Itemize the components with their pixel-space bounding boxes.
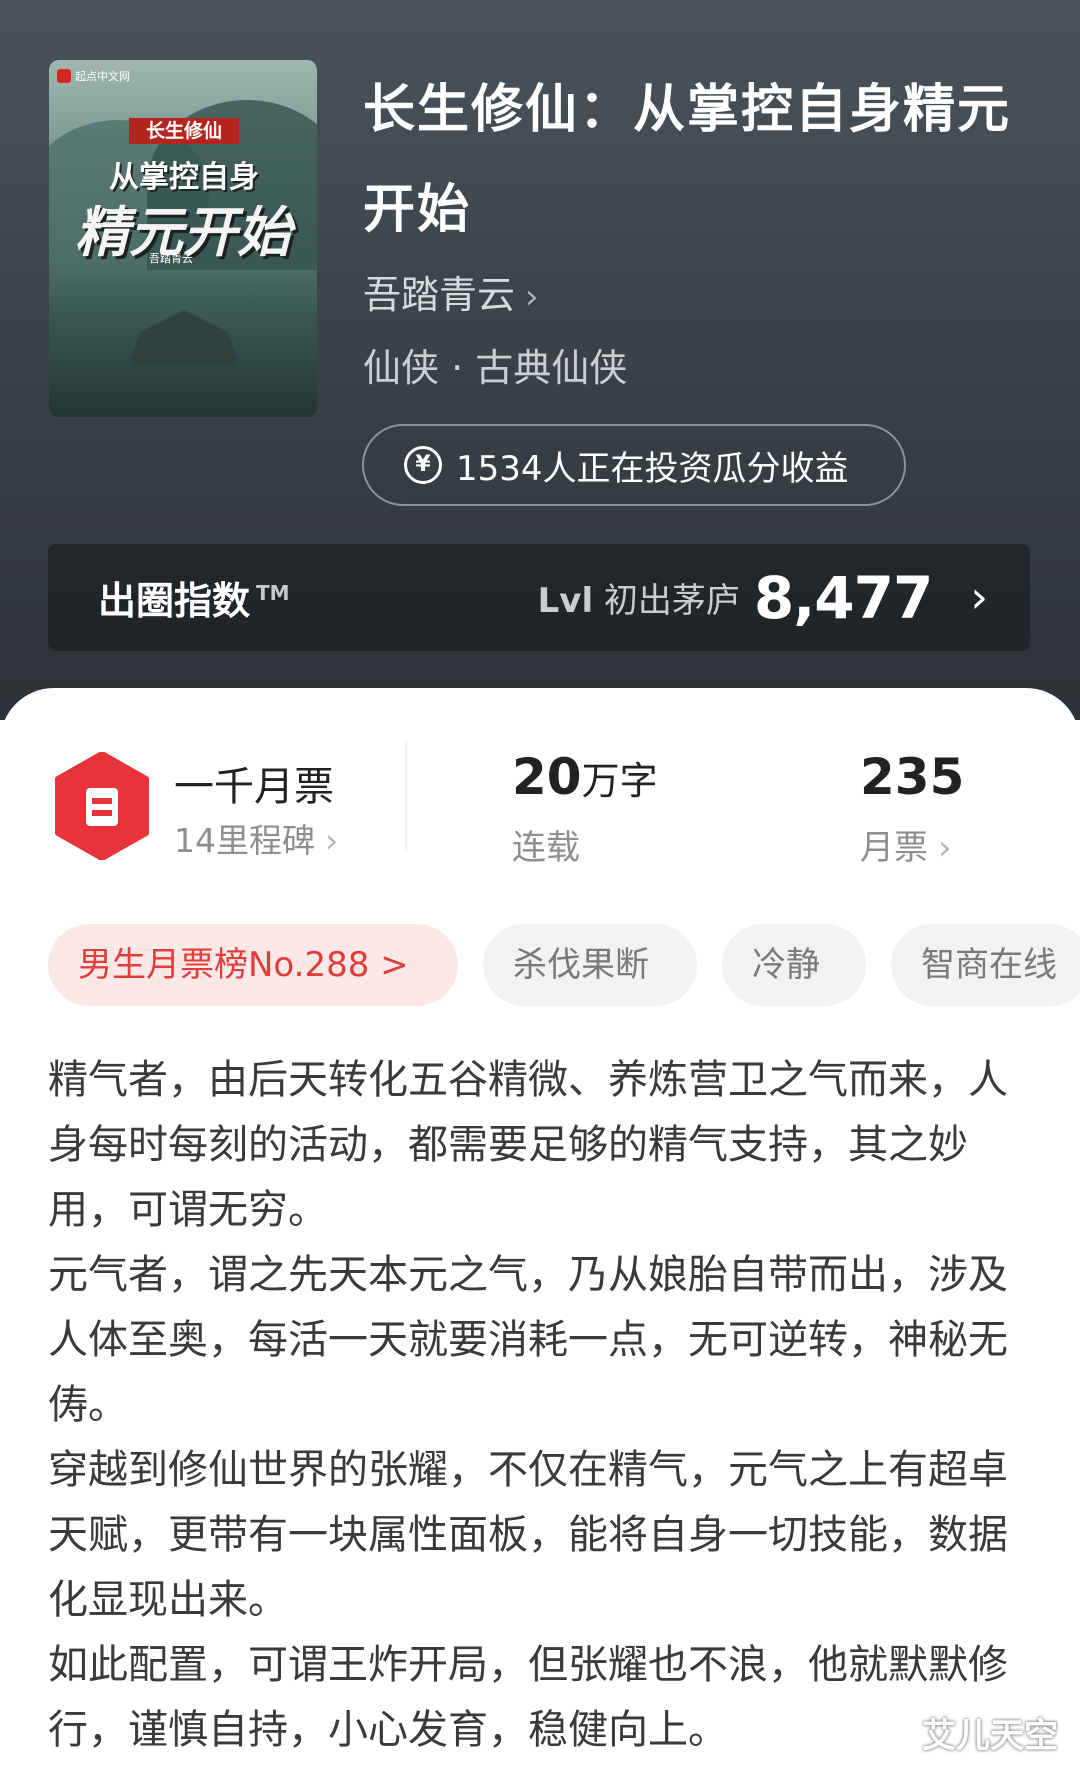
watermark: 艾儿天空: [922, 1716, 1058, 1756]
ticket-badge-icon: [55, 752, 149, 860]
votes-label: 月票 ›: [860, 820, 952, 869]
book-genre: 仙侠 · 古典仙侠: [363, 346, 628, 390]
description-paragraph: 如此配置，可谓王炸开局，但张耀也不浪，他就默默修行，谨慎自持，小心发育，稳健向上…: [48, 1642, 1008, 1753]
level-name: 初出茅庐: [603, 581, 740, 621]
invest-button[interactable]: ¥ 1534人正在投资瓜分收益: [362, 424, 906, 506]
cover-publisher: 起点中文网: [57, 68, 130, 84]
chevron-right-icon: ›: [970, 572, 988, 623]
word-count-unit: 万字: [581, 759, 658, 803]
yen-coin-icon: ¥: [404, 446, 442, 484]
chevron-right-icon: ›: [325, 821, 339, 860]
tag-calm[interactable]: 冷静: [722, 924, 866, 1006]
book-title: 长生修仙：从掌控自身精元开始: [363, 79, 1012, 240]
serial-status: 连载: [512, 828, 580, 868]
trademark-mark: TM: [256, 581, 290, 606]
stat-divider: [405, 742, 407, 850]
chevron-right-icon: ›: [938, 828, 952, 868]
tag-monthly-rank[interactable]: 男生月票榜No.288 >: [48, 924, 458, 1006]
tag-smart[interactable]: 智商在线: [891, 924, 1080, 1006]
invest-text: 1534人正在投资瓜分收益: [456, 448, 849, 489]
level-code: Lvl: [537, 581, 594, 621]
word-count: 20万字: [512, 748, 658, 806]
milestone-title: 一千月票: [174, 764, 334, 810]
cover-series-tag: 长生修仙: [129, 118, 239, 144]
chevron-right-icon: ›: [525, 277, 539, 317]
milestone-sub: 14里程碑 ›: [174, 814, 338, 862]
votes-label-text: 月票: [860, 828, 928, 868]
cover-author: 吾踏青云: [149, 252, 193, 265]
cover-temple: [129, 310, 239, 365]
milestone-sub-text: 14里程碑: [174, 821, 315, 860]
index-label-text: 出圈指数: [98, 579, 251, 623]
votes-number: 235: [860, 748, 965, 806]
cover-publisher-text: 起点中文网: [75, 70, 130, 83]
author-name: 吾踏青云: [363, 273, 516, 317]
index-level: Lvl 初出茅庐: [538, 573, 740, 622]
description-paragraph: 元气者，谓之先天本元之气，乃从娘胎自带而出，涉及人体至奥，每活一天就要消耗一点，…: [48, 1252, 1008, 1428]
description-paragraph: 穿越到修仙世界的张耀，不仅在精气，元气之上有超卓天赋，更带有一块属性面板，能将自…: [48, 1447, 1008, 1623]
index-label: 出圈指数 TM: [98, 570, 290, 625]
word-count-number: 20: [512, 748, 582, 806]
popularity-index-bar[interactable]: 出圈指数 TM Lvl 初出茅庐 8,477 ›: [48, 544, 1030, 651]
author-link[interactable]: 吾踏青云 ›: [363, 264, 539, 319]
book-header: 起点中文网 长生修仙 从掌控自身 精元开始 吾踏青云 长生修仙：从掌控自身精元开…: [0, 0, 1080, 720]
publisher-logo-icon: [57, 69, 71, 83]
tag-decisive[interactable]: 杀伐果断: [483, 924, 697, 1006]
description-paragraph: 精气者，由后天转化五谷精微、养炼营卫之气而来，人身每时每刻的活动，都需要足够的精…: [48, 1057, 1008, 1233]
book-cover[interactable]: 起点中文网 长生修仙 从掌控自身 精元开始 吾踏青云: [49, 60, 317, 417]
book-description[interactable]: 精气者，由后天转化五谷精微、养炼营卫之气而来，人身每时每刻的活动，都需要足够的精…: [48, 1048, 1008, 1763]
index-value: 8,477: [753, 563, 933, 632]
